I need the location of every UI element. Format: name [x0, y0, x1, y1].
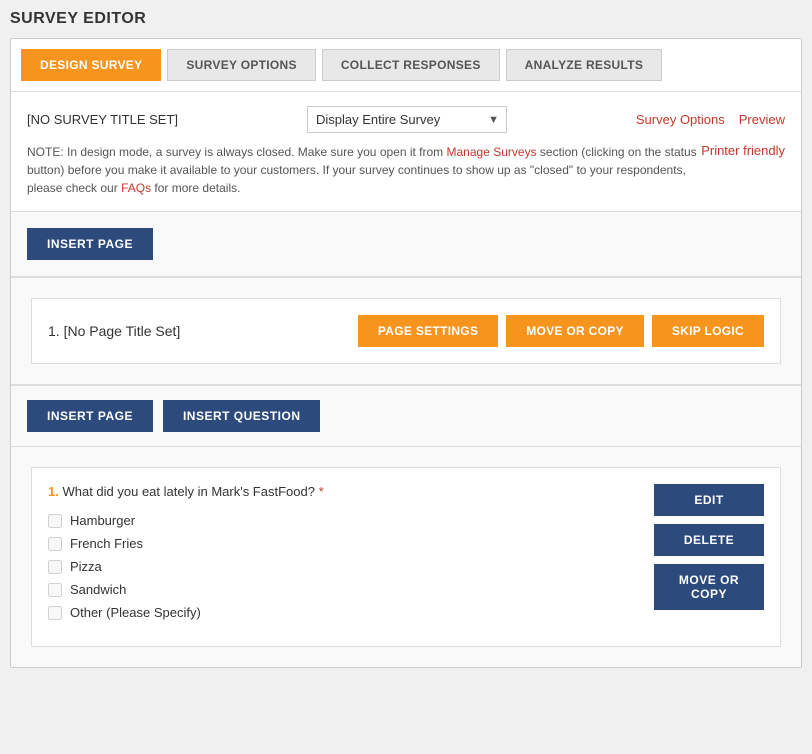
choices-list: Hamburger French Fries Pizza [48, 513, 644, 620]
note-text-3: for more details. [151, 181, 240, 195]
top-right-links: Survey Options Preview [636, 112, 785, 127]
choice-label-4: Sandwich [70, 582, 126, 597]
insert-page-button-1[interactable]: INSERT PAGE [27, 228, 153, 260]
insert-row: INSERT PAGE INSERT QUESTION [11, 385, 801, 447]
choice-checkbox-4 [48, 583, 62, 597]
question-section-wrapper: 1. What did you eat lately in Mark's Fas… [11, 447, 801, 667]
page-move-or-copy-button[interactable]: MOVE OR COPY [506, 315, 644, 347]
skip-logic-button[interactable]: SKIP LOGIC [652, 315, 764, 347]
choice-checkbox-2 [48, 537, 62, 551]
survey-title-text: NO SURVEY TITLE SET [31, 112, 175, 127]
survey-options-link[interactable]: Survey Options [636, 112, 725, 127]
list-item: Sandwich [48, 582, 644, 597]
page-block: 1. [No Page Title Set] PAGE SETTINGS MOV… [31, 298, 781, 364]
preview-link[interactable]: Preview [739, 112, 785, 127]
display-select-wrapper: Display Entire Survey Page 1 Page 2 ▼ [307, 106, 507, 133]
choice-label-2: French Fries [70, 536, 143, 551]
required-marker: * [319, 484, 324, 499]
insert-question-button[interactable]: INSERT QUESTION [163, 400, 321, 432]
printer-friendly-link[interactable]: Printer friendly [701, 143, 785, 158]
insert-page-section-1: INSERT PAGE [11, 212, 801, 277]
page-settings-button[interactable]: PAGE SETTINGS [358, 315, 498, 347]
page-title-text: [No Page Title Set] [64, 323, 181, 339]
tab-design-survey[interactable]: DESIGN SURVEY [21, 49, 161, 81]
info-section: [NO SURVEY TITLE SET] Display Entire Sur… [11, 92, 801, 212]
faqs-link[interactable]: FAQs [121, 181, 151, 195]
display-select[interactable]: Display Entire Survey Page 1 Page 2 [307, 106, 507, 133]
choice-label-3: Pizza [70, 559, 102, 574]
question-number: 1. [48, 484, 59, 499]
note-text-1: NOTE: In design mode, a survey is always… [27, 145, 447, 159]
tab-analyze-results[interactable]: ANALYZE RESULTS [506, 49, 663, 81]
page-number: 1. [48, 323, 60, 339]
choice-label-5: Other (Please Specify) [70, 605, 201, 620]
page-actions: PAGE SETTINGS MOVE OR COPY SKIP LOGIC [358, 315, 764, 347]
page-title: SURVEY EDITOR [10, 10, 802, 28]
tab-bar: DESIGN SURVEY SURVEY OPTIONS COLLECT RES… [11, 39, 801, 92]
choice-label-1: Hamburger [70, 513, 135, 528]
page-number-title: 1. [No Page Title Set] [48, 323, 180, 339]
list-item: Hamburger [48, 513, 644, 528]
question-right-actions: EDIT DELETE MOVE OR COPY [644, 484, 764, 610]
question-text: What did you eat lately in Mark's FastFo… [62, 484, 314, 499]
page-block-wrapper: 1. [No Page Title Set] PAGE SETTINGS MOV… [11, 277, 801, 385]
edit-question-button[interactable]: EDIT [654, 484, 764, 516]
delete-question-button[interactable]: DELETE [654, 524, 764, 556]
list-item: Pizza [48, 559, 644, 574]
choice-checkbox-3 [48, 560, 62, 574]
survey-title: [NO SURVEY TITLE SET] [27, 112, 178, 127]
move-copy-question-button[interactable]: MOVE OR COPY [654, 564, 764, 610]
list-item: French Fries [48, 536, 644, 551]
question-section: 1. What did you eat lately in Mark's Fas… [31, 467, 781, 647]
manage-surveys-link[interactable]: Manage Surveys [447, 145, 537, 159]
tab-survey-options[interactable]: SURVEY OPTIONS [167, 49, 315, 81]
choice-checkbox-1 [48, 514, 62, 528]
choice-checkbox-5 [48, 606, 62, 620]
tab-collect-responses[interactable]: COLLECT RESPONSES [322, 49, 500, 81]
info-note: NOTE: In design mode, a survey is always… [27, 143, 701, 197]
insert-page-button-2[interactable]: INSERT PAGE [27, 400, 153, 432]
list-item: Other (Please Specify) [48, 605, 644, 620]
question-label: 1. What did you eat lately in Mark's Fas… [48, 484, 644, 499]
